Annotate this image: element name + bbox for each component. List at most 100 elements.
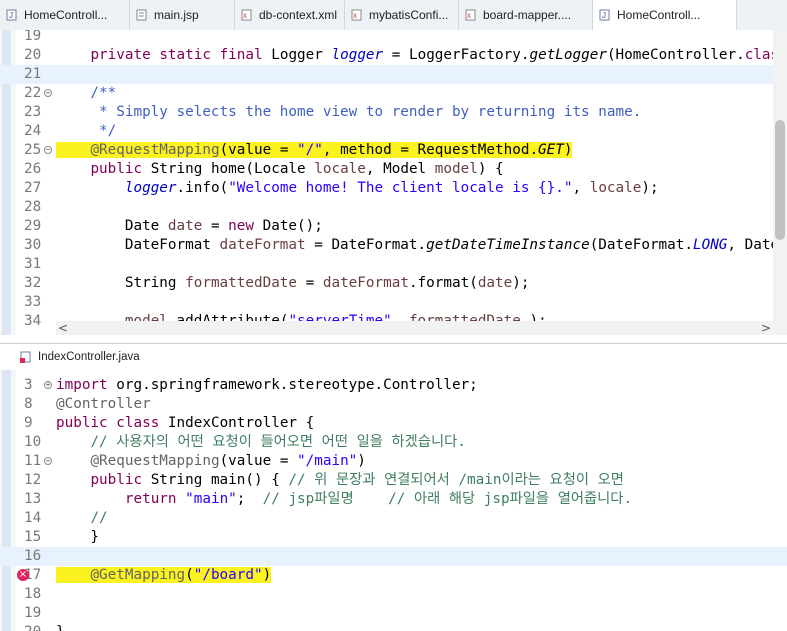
line-number: 12 <box>24 472 42 488</box>
code-text: Date date = new Date(); <box>56 218 323 234</box>
code-text: * Simply selects the home view to render… <box>56 104 642 120</box>
code-line[interactable]: 21 <box>0 65 787 84</box>
line-number: 16 <box>24 548 42 564</box>
line-number: 32 <box>24 275 42 291</box>
code-line[interactable]: 16 <box>0 547 787 566</box>
code-text: import org.springframework.stereotype.Co… <box>56 377 478 393</box>
line-number: 26 <box>24 161 42 177</box>
tab-label: HomeControll... <box>24 8 108 22</box>
code-line[interactable]: 30 DateFormat dateFormat = DateFormat.ge… <box>0 236 787 255</box>
code-line[interactable]: 8 @Controller <box>0 395 787 414</box>
line-number: 24 <box>24 123 42 139</box>
code-text: return "main"; // jsp파일명 // 아래 해당 jsp파일을… <box>124 491 633 507</box>
svg-text:x: x <box>243 11 247 20</box>
code-line[interactable]: 20 private static final Logger logger = … <box>0 46 787 65</box>
tab-label: mybatisConfi... <box>369 8 449 22</box>
code-text: @GetMapping("/board") <box>56 566 272 585</box>
line-number: 33 <box>24 294 42 310</box>
code-line[interactable]: 22− /** <box>0 84 787 103</box>
code-line[interactable]: 26 public String home(Locale locale, Mod… <box>0 160 787 179</box>
code-line[interactable]: 18 <box>0 585 787 604</box>
vertical-scrollbar[interactable] <box>773 30 787 335</box>
tab-label: main.jsp <box>154 8 199 22</box>
tab-1[interactable]: main.jsp <box>130 0 235 30</box>
scroll-right-icon[interactable]: > <box>761 321 771 335</box>
code-line[interactable]: 10 // 사용자의 어떤 요청이 들어오면 어떤 일을 하겠습니다. <box>0 433 787 452</box>
code-line[interactable]: 28 <box>0 198 787 217</box>
code-line[interactable]: 12 public String main() { // 위 문장과 연결되어서… <box>0 471 787 490</box>
code-line[interactable]: 29 Date date = new Date(); <box>0 217 787 236</box>
collapse-fold-icon[interactable]: − <box>44 146 52 154</box>
code-text: String formattedDate = dateFormat.format… <box>56 275 530 291</box>
horizontal-scrollbar[interactable]: < > <box>56 321 773 335</box>
code-text: public String home(Locale locale, Model … <box>90 161 504 177</box>
index-controller-editor[interactable]: 3 + import org.springframework.stereotype.… <box>0 370 787 631</box>
code-text: public String main() { // 위 문장과 연결되어서 /m… <box>90 472 624 488</box>
scroll-left-icon[interactable]: < <box>58 321 68 335</box>
code-text: @Controller <box>56 396 151 412</box>
jsp-file-icon <box>136 9 148 21</box>
tab-label: IndexController.java <box>38 351 140 363</box>
tab-0[interactable]: J HomeControll... <box>0 0 130 30</box>
code-line[interactable]: 20} <box>0 623 787 631</box>
code-text: @RequestMapping(value = "/main") <box>90 453 366 469</box>
code-line[interactable]: 13 return "main"; // jsp파일명 // 아래 해당 jsp… <box>0 490 787 509</box>
line-number: 13 <box>24 491 42 507</box>
error-marker-icon[interactable]: × <box>17 569 29 581</box>
code-line[interactable]: 31 <box>0 255 787 274</box>
tab-label: db-context.xml <box>259 8 338 22</box>
svg-text:x: x <box>353 11 357 20</box>
code-line[interactable]: 9 public class IndexController { <box>0 414 787 433</box>
line-number: 9 <box>24 415 33 431</box>
code-line[interactable]: 32 String formattedDate = dateFormat.for… <box>0 274 787 293</box>
svg-text:J: J <box>602 11 606 20</box>
java-file-icon: J <box>599 9 611 21</box>
code-text: logger.info("Welcome home! The client lo… <box>124 180 659 196</box>
code-line[interactable]: 3 + import org.springframework.stereotype.… <box>0 376 787 395</box>
collapse-fold-icon[interactable]: − <box>44 89 52 97</box>
tab-2[interactable]: x db-context.xml <box>235 0 345 30</box>
home-controller-editor[interactable]: 19 20 private static final Logger logger … <box>0 30 787 335</box>
code-text: /** <box>56 85 117 101</box>
code-line[interactable]: 14 // <box>0 509 787 528</box>
collapse-fold-icon[interactable]: − <box>44 457 52 465</box>
code-line[interactable]: 25− @RequestMapping(value = "/", method … <box>0 141 787 160</box>
line-number: 10 <box>24 434 42 450</box>
svg-text:x: x <box>467 11 471 20</box>
code-line[interactable]: 17 @GetMapping("/board") × <box>0 566 787 585</box>
expand-fold-icon[interactable]: + <box>44 381 52 389</box>
tab-label: board-mapper.... <box>483 8 572 22</box>
editor-tab-bar: J HomeControll... main.jsp x db-context.xml x… <box>0 0 787 31</box>
java-error-file-icon <box>20 351 31 363</box>
code-text: // 사용자의 어떤 요청이 들어오면 어떤 일을 하겠습니다. <box>90 434 466 450</box>
tab-4[interactable]: x board-mapper.... <box>459 0 593 30</box>
code-text: private static final Logger logger = Log… <box>90 47 787 63</box>
tab-3[interactable]: x mybatisConfi... <box>345 0 459 30</box>
code-line[interactable]: 19 <box>0 604 787 623</box>
line-number: 19 <box>24 605 42 621</box>
code-text: @RequestMapping(value = "/", method = Re… <box>56 141 573 160</box>
code-line[interactable]: 15 } <box>0 528 787 547</box>
tab-5[interactable]: J HomeControll... <box>593 0 737 30</box>
tab-index-controller[interactable]: IndexController.java <box>14 344 146 370</box>
java-file-icon: J <box>6 9 18 21</box>
code-text: DateFormat dateFormat = DateFormat.getDa… <box>56 237 787 253</box>
line-number: 20 <box>24 623 50 631</box>
code-line[interactable]: 33 <box>0 293 787 312</box>
line-number: 31 <box>24 256 42 272</box>
line-number: 23 <box>24 104 42 120</box>
line-number: 15 <box>24 529 42 545</box>
code-line[interactable]: 27 logger.info("Welcome home! The client… <box>0 179 787 198</box>
code-line[interactable]: 24 */ <box>0 122 787 141</box>
line-number: 20 <box>24 47 42 63</box>
line-number: 30 <box>24 237 42 253</box>
line-number: 29 <box>24 218 42 234</box>
code-line[interactable]: 11− @RequestMapping(value = "/main") <box>0 452 787 471</box>
line-number: 28 <box>24 199 42 215</box>
code-line[interactable]: 19 <box>0 30 787 46</box>
code-text: } <box>56 529 100 545</box>
code-line[interactable]: 23 * Simply selects the home view to ren… <box>0 103 787 122</box>
line-number: 14 <box>24 510 42 526</box>
line-number: 8 <box>24 396 33 412</box>
